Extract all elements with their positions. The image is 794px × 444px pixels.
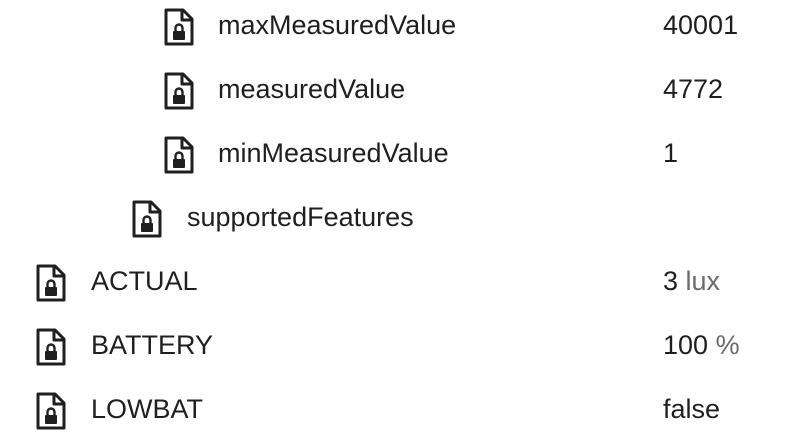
state-row-supported-features[interactable]: supportedFeatures [0, 185, 794, 249]
value-number: 1 [663, 138, 679, 168]
locked-file-icon [162, 7, 196, 47]
state-row-measured-value[interactable]: measuredValue 4772 [0, 57, 794, 121]
state-value: 3 lux [663, 249, 783, 313]
value-number: 40001 [663, 10, 739, 40]
locked-file-icon [34, 391, 68, 431]
state-value: 4772 [663, 57, 783, 121]
value-number: false [663, 394, 721, 424]
state-name: ACTUAL [91, 266, 198, 296]
locked-file-icon [162, 71, 196, 111]
value-unit: % [715, 330, 740, 360]
state-row-actual[interactable]: ACTUAL 3 lux [0, 249, 794, 313]
state-value: false [663, 377, 783, 441]
state-row-min-measured-value[interactable]: minMeasuredValue 1 [0, 121, 794, 185]
state-row-max-measured-value[interactable]: maxMeasuredValue 40001 [0, 0, 794, 57]
state-row-lowbat[interactable]: LOWBAT false [0, 377, 794, 441]
state-row-battery[interactable]: BATTERY 100 % [0, 313, 794, 377]
value-number: 100 [663, 330, 709, 360]
state-value: 1 [663, 121, 783, 185]
state-name: measuredValue [218, 74, 406, 104]
locked-file-icon [34, 263, 68, 303]
value-unit: lux [685, 266, 721, 296]
locked-file-icon [162, 135, 196, 175]
state-value [663, 185, 783, 249]
locked-file-icon [130, 199, 164, 239]
value-number: 3 [663, 266, 679, 296]
state-value: 40001 [663, 0, 783, 57]
state-name: maxMeasuredValue [218, 10, 457, 40]
state-name: LOWBAT [91, 394, 204, 424]
state-name: minMeasuredValue [218, 138, 449, 168]
value-number: 4772 [663, 74, 724, 104]
state-name: supportedFeatures [187, 202, 414, 232]
state-value: 100 % [663, 313, 783, 377]
locked-file-icon [34, 327, 68, 367]
state-name: BATTERY [91, 330, 214, 360]
